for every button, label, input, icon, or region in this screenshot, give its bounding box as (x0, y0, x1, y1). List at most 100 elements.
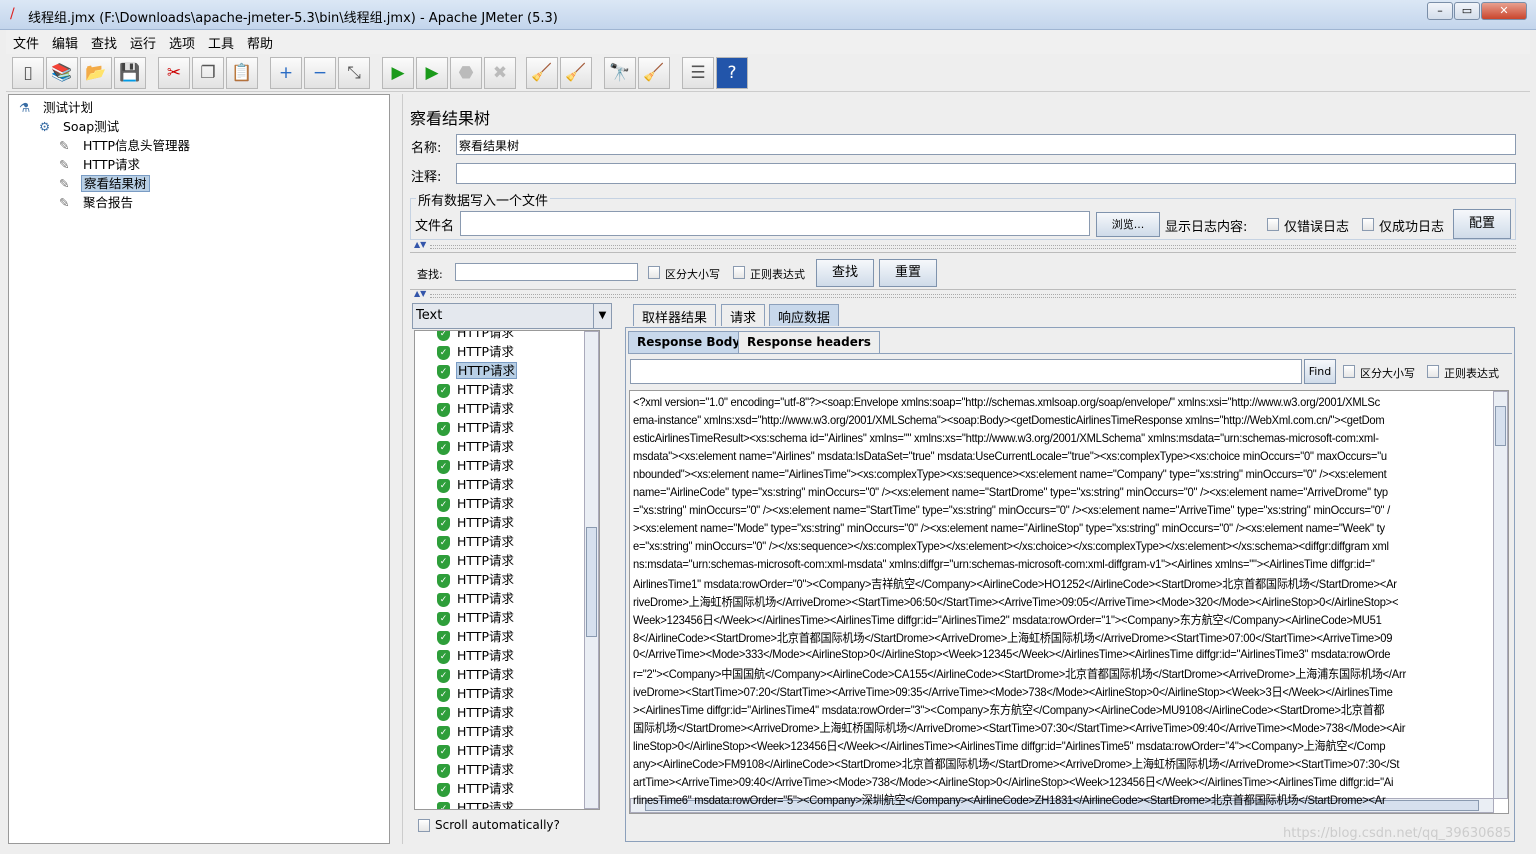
templates-button[interactable]: 📚 (46, 57, 78, 89)
case-sensitive-checkbox[interactable] (648, 266, 660, 279)
find-case-checkbox[interactable] (1343, 365, 1355, 378)
collapse-arrows-icon[interactable]: ▲▼ (414, 289, 426, 298)
results-scrollbar[interactable] (584, 331, 599, 809)
result-item[interactable]: ✓ HTTP请求 (437, 474, 515, 493)
search-input[interactable] (455, 263, 638, 281)
tree-item[interactable]: ✎ HTTP请求 (59, 154, 142, 173)
clear-button[interactable]: 🧹 (526, 57, 558, 89)
collapse-arrows-icon[interactable]: ▲▼ (414, 240, 426, 249)
result-item[interactable]: ✓ HTTP请求 (437, 607, 515, 626)
result-item[interactable]: ✓ HTTP请求 (437, 645, 515, 664)
search-button[interactable]: 查找 (816, 259, 874, 287)
menu-item-3[interactable]: 运行 (130, 33, 156, 52)
tree-item[interactable]: ✎ 察看结果树 (59, 173, 150, 192)
success-shield-icon: ✓ (437, 345, 450, 360)
subtab-1[interactable]: Response headers (738, 331, 880, 353)
new-button[interactable]: ▯ (12, 57, 44, 89)
save-button[interactable]: 💾 (114, 57, 146, 89)
result-item[interactable]: ✓ HTTP请求 (437, 341, 515, 360)
result-item[interactable]: ✓ HTTP请求 (437, 588, 515, 607)
browse-button[interactable]: 浏览... (1096, 212, 1160, 237)
splitter[interactable] (430, 294, 1516, 298)
tree-item[interactable]: ✎ 聚合报告 (59, 192, 135, 211)
menu-item-1[interactable]: 编辑 (52, 33, 78, 52)
result-item[interactable]: ✓ HTTP请求 (437, 797, 515, 809)
paste-button[interactable]: 📋 (226, 57, 258, 89)
tab-0[interactable]: 取样器结果 (633, 304, 717, 326)
copy-button[interactable]: ❐ (192, 57, 224, 89)
menu-item-4[interactable]: 选项 (169, 33, 195, 52)
help-button[interactable]: ? (716, 57, 748, 89)
name-input[interactable]: 察看结果树 (456, 134, 1516, 155)
result-item[interactable]: ✓ HTTP请求 (437, 493, 515, 512)
tab-1[interactable]: 请求 (721, 304, 766, 326)
result-item[interactable]: ✓ HTTP请求 (437, 550, 515, 569)
tree-item-label: 聚合报告 (83, 195, 134, 210)
reset-search-button[interactable]: 🧹 (638, 57, 670, 89)
menu-item-2[interactable]: 查找 (91, 33, 117, 52)
result-item[interactable]: ✓ HTTP请求 (437, 417, 515, 436)
reset-button[interactable]: 重置 (879, 259, 937, 287)
shutdown-button[interactable]: ✖ (484, 57, 516, 89)
result-item[interactable]: ✓ HTTP请求 (437, 569, 515, 588)
regex-checkbox[interactable] (733, 266, 745, 279)
response-vscrollbar[interactable] (1493, 391, 1508, 799)
find-button[interactable]: Find (1304, 359, 1336, 384)
success-only-checkbox[interactable] (1362, 218, 1374, 231)
open-button[interactable]: 📂 (80, 57, 112, 89)
search-button[interactable]: 🔭 (604, 57, 636, 89)
close-button[interactable]: ✕ (1481, 2, 1527, 20)
configure-button[interactable]: 配置 (1453, 209, 1511, 239)
result-item[interactable]: ✓ HTTP请求 (437, 331, 515, 341)
stop-button[interactable]: ⬣ (450, 57, 482, 89)
tab-2[interactable]: 响应数据 (769, 304, 840, 326)
result-item[interactable]: ✓ HTTP请求 (437, 740, 515, 759)
menu-item-5[interactable]: 工具 (208, 33, 234, 52)
cut-button[interactable]: ✂ (158, 57, 190, 89)
scroll-thumb[interactable] (586, 527, 597, 637)
response-body-text[interactable]: <?xml version="1.0" encoding="utf-8"?><s… (629, 390, 1509, 814)
expand-button[interactable]: + (270, 57, 302, 89)
result-item[interactable]: ✓ HTTP请求 (437, 398, 515, 417)
tree-item[interactable]: ⚗ 测试计划 (19, 97, 95, 116)
toggle-button[interactable]: ⤡ (338, 57, 370, 89)
chevron-down-icon[interactable]: ▼ (593, 304, 611, 328)
result-label: HTTP请求 (457, 781, 514, 796)
result-item[interactable]: ✓ HTTP请求 (437, 379, 515, 398)
scroll-thumb[interactable] (1495, 406, 1506, 446)
result-item[interactable]: ✓ HTTP请求 (437, 512, 515, 531)
minimize-button[interactable]: – (1427, 2, 1453, 20)
result-item[interactable]: ✓ HTTP请求 (437, 626, 515, 645)
result-item[interactable]: ✓ HTTP请求 (437, 664, 515, 683)
filename-input[interactable] (460, 211, 1090, 236)
result-item[interactable]: ✓ HTTP请求 (437, 721, 515, 740)
renderer-select[interactable]: Text ▼ (412, 303, 612, 329)
result-item[interactable]: ✓ HTTP请求 (437, 531, 515, 550)
subtab-0[interactable]: Response Body (628, 331, 750, 353)
result-item[interactable]: ✓ HTTP请求 (437, 436, 515, 455)
tree-item[interactable]: ✎ HTTP信息头管理器 (59, 135, 192, 154)
comment-input[interactable] (456, 163, 1516, 184)
result-item[interactable]: ✓ HTTP请求 (437, 360, 517, 379)
find-input[interactable] (630, 359, 1302, 384)
maximize-button[interactable]: ▭ (1454, 2, 1480, 20)
response-line: 0</ArriveTime><Mode>333</Mode><AirlineSt… (633, 647, 1391, 661)
menu-item-6[interactable]: 帮助 (247, 33, 273, 52)
tree-item[interactable]: ⚙ Soap测试 (39, 116, 121, 135)
collapse-button[interactable]: − (304, 57, 336, 89)
function-helper-button[interactable]: ☰ (682, 57, 714, 89)
splitter[interactable] (430, 245, 1516, 249)
result-item[interactable]: ✓ HTTP请求 (437, 759, 515, 778)
result-item[interactable]: ✓ HTTP请求 (437, 702, 515, 721)
result-item[interactable]: ✓ HTTP请求 (437, 778, 515, 797)
splitter[interactable] (402, 94, 406, 844)
errors-only-checkbox[interactable] (1267, 218, 1279, 231)
result-item[interactable]: ✓ HTTP请求 (437, 455, 515, 474)
find-regex-checkbox[interactable] (1427, 365, 1439, 378)
clear-all-button[interactable]: 🧹 (560, 57, 592, 89)
start-button[interactable]: ▶ (382, 57, 414, 89)
scroll-auto-checkbox[interactable] (418, 819, 430, 832)
result-item[interactable]: ✓ HTTP请求 (437, 683, 515, 702)
menu-item-0[interactable]: 文件 (13, 33, 39, 52)
start-no-pause-button[interactable]: ▶ (416, 57, 448, 89)
